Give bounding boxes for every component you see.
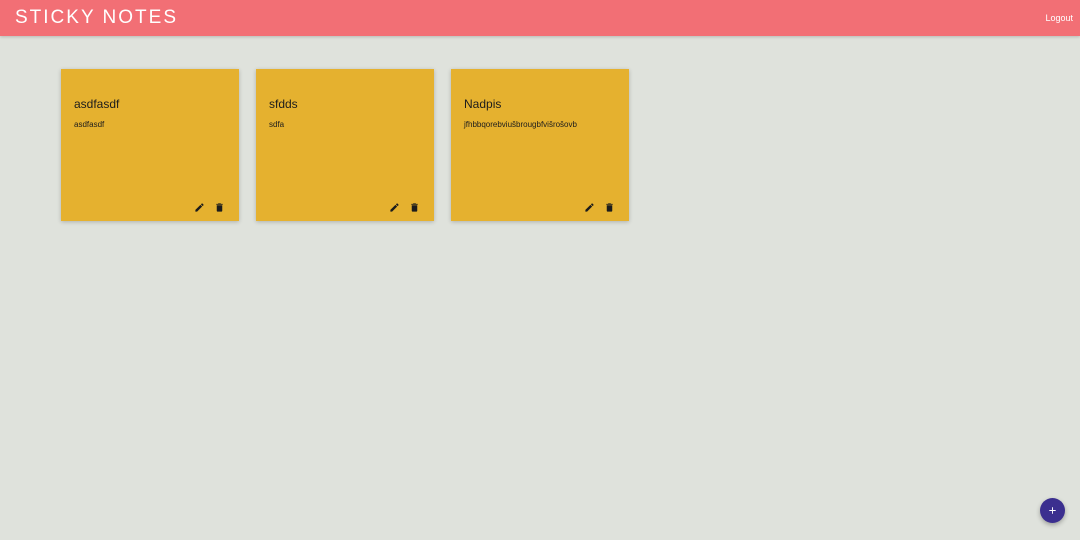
note-actions xyxy=(584,202,615,213)
delete-note-button[interactable] xyxy=(604,202,615,213)
note-card: asdfasdf asdfasdf xyxy=(61,69,239,221)
logout-link[interactable]: Logout xyxy=(1045,12,1073,24)
delete-note-button[interactable] xyxy=(214,202,225,213)
pencil-icon xyxy=(195,203,204,212)
edit-note-button[interactable] xyxy=(194,202,205,213)
note-title: asdfasdf xyxy=(74,97,120,111)
note-title: sfdds xyxy=(269,97,298,111)
note-card: sfdds sdfa xyxy=(256,69,434,221)
trash-icon xyxy=(411,203,418,212)
edit-note-button[interactable] xyxy=(584,202,595,213)
app-title: STICKY NOTES xyxy=(15,7,179,28)
notes-grid: asdfasdf asdfasdf sfdds sdfa Nadpis jfhb… xyxy=(61,69,629,221)
note-actions xyxy=(194,202,225,213)
pencil-icon xyxy=(390,203,399,212)
note-body: sdfa xyxy=(269,120,285,129)
note-body: jfhbbqorebviušbrougbfvišrošovb xyxy=(464,120,577,129)
note-actions xyxy=(389,202,420,213)
edit-note-button[interactable] xyxy=(389,202,400,213)
note-card: Nadpis jfhbbqorebviušbrougbfvišrošovb xyxy=(451,69,629,221)
note-title: Nadpis xyxy=(464,97,502,111)
add-note-button[interactable] xyxy=(1040,498,1065,523)
trash-icon xyxy=(216,203,223,212)
app-header: STICKY NOTES Logout xyxy=(0,0,1080,36)
pencil-icon xyxy=(585,203,594,212)
note-body: asdfasdf xyxy=(74,120,105,129)
delete-note-button[interactable] xyxy=(409,202,420,213)
trash-icon xyxy=(606,203,613,212)
plus-icon xyxy=(1049,507,1056,514)
